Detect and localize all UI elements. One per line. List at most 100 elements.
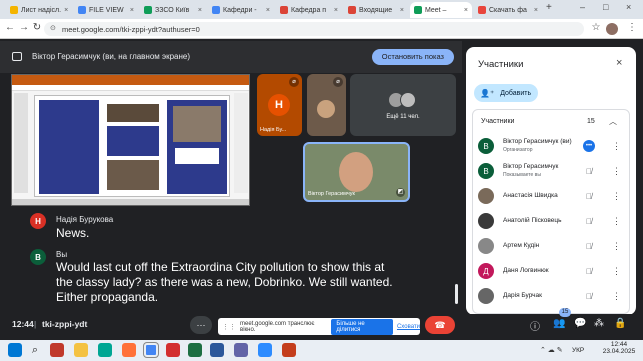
browser-tab[interactable]: Кафедра п × xyxy=(276,2,342,18)
more-options-icon[interactable]: ⋮ xyxy=(612,241,621,252)
site-info-icon[interactable]: ⊙ xyxy=(50,24,56,32)
participant-tile[interactable]: ⌀ xyxy=(307,74,346,136)
drag-handle-icon[interactable]: ⋮⋮ xyxy=(222,323,236,331)
mic-off-icon[interactable]: 🎙̸ xyxy=(586,167,592,176)
close-tab-icon[interactable]: × xyxy=(64,7,68,14)
new-tab-icon[interactable]: + xyxy=(546,2,552,13)
mic-off-icon[interactable]: 🎙̸ xyxy=(586,192,592,201)
shared-screen-tile[interactable] xyxy=(11,74,250,206)
meeting-info-icon[interactable]: ⓘ xyxy=(530,318,540,333)
powerpoint-icon[interactable] xyxy=(282,343,296,357)
present-screen-icon xyxy=(12,52,22,61)
presenting-banner: Віктор Герасимчук (ви, на главном экране… xyxy=(0,41,462,73)
forward-icon[interactable]: → xyxy=(18,22,30,33)
browser-menu-icon[interactable]: ⋮ xyxy=(626,22,638,33)
add-people-button[interactable]: 👤⁺ Добавить xyxy=(474,84,538,102)
more-participants-tile[interactable]: Ещё 11 чел. xyxy=(350,74,456,136)
participant-row[interactable]: Анатолій Пісковець 🎙̸ ⋮ xyxy=(478,209,628,233)
mic-off-icon[interactable]: 🎙̸ xyxy=(586,292,592,301)
back-icon[interactable]: ← xyxy=(4,22,16,33)
word-icon[interactable] xyxy=(210,343,224,357)
stop-sharing-button[interactable]: Більше не ділитися xyxy=(331,318,393,335)
chat-icon[interactable]: 💬 xyxy=(574,318,586,329)
slide-panel-left xyxy=(39,100,99,194)
more-options-icon[interactable]: ⋮ xyxy=(612,266,621,277)
language-indicator[interactable]: УКР xyxy=(572,347,584,354)
collapse-chevron-icon[interactable]: ︿ xyxy=(609,116,617,127)
search-icon[interactable]: ⌕ xyxy=(28,343,42,357)
start-icon[interactable] xyxy=(8,343,22,357)
stop-presenting-button[interactable]: Остановить показ xyxy=(371,49,454,65)
participant-row[interactable]: Артем Кудін 🎙̸ ⋮ xyxy=(478,234,628,258)
participant-row[interactable]: В Віктор Герасимчук (ви) Организатор ••• … xyxy=(478,134,628,158)
maximize-icon[interactable]: □ xyxy=(603,2,608,12)
meeting-code: tki-zppi-ydt xyxy=(42,319,88,329)
tray-icons[interactable]: ⌃ ☁ ✎ xyxy=(540,346,563,354)
close-panel-icon[interactable]: × xyxy=(616,57,622,69)
more-options-icon[interactable]: ⋮ xyxy=(612,191,621,202)
browser-tab[interactable]: ЗЗСО Київ × xyxy=(140,2,206,18)
app-icon[interactable] xyxy=(50,343,64,357)
slide-panel-middle xyxy=(103,100,163,194)
close-tab-icon[interactable]: × xyxy=(266,7,270,14)
file-explorer-icon[interactable] xyxy=(74,343,88,357)
edge-icon[interactable] xyxy=(98,343,112,357)
ppt-toolbar xyxy=(12,85,249,91)
share-notice-text: meet.google.com транслює вікно. xyxy=(240,320,315,333)
browser-tab[interactable]: Входящие × xyxy=(344,2,408,18)
participant-row[interactable]: В Віктор Герасимчук Показываете вы 🎙̸ ⋮ xyxy=(478,159,628,183)
profile-avatar[interactable] xyxy=(606,23,618,35)
mic-off-icon[interactable]: 🎙̸ xyxy=(586,217,592,226)
more-options-icon[interactable]: ⋮ xyxy=(612,291,621,302)
scrollbar[interactable] xyxy=(455,284,458,304)
app-icon[interactable] xyxy=(166,343,180,357)
reload-icon[interactable]: ↻ xyxy=(31,22,43,33)
excel-icon[interactable] xyxy=(188,343,202,357)
firefox-icon[interactable] xyxy=(122,343,136,357)
participant-row[interactable]: Дарія Бурчак 🎙̸ ⋮ xyxy=(478,284,628,308)
leave-call-button[interactable]: ☎ xyxy=(425,316,455,334)
close-tab-icon[interactable]: × xyxy=(534,7,538,14)
close-tab-icon[interactable]: × xyxy=(400,7,404,14)
close-tab-icon[interactable]: × xyxy=(198,7,202,14)
url-field[interactable]: ⊙ meet.google.com/tki-zppi-ydt?authuser=… xyxy=(44,22,584,36)
chrome-icon[interactable] xyxy=(144,343,158,357)
close-tab-icon[interactable]: × xyxy=(464,7,468,14)
close-tab-icon[interactable]: × xyxy=(130,7,134,14)
participant-row[interactable]: Анастасія Швидка 🎙̸ ⋮ xyxy=(478,184,628,208)
avatar xyxy=(478,188,494,204)
more-options-icon[interactable]: ⋮ xyxy=(612,166,621,177)
activities-icon[interactable]: ⁂ xyxy=(594,318,604,329)
host-controls-icon[interactable]: 🔒 xyxy=(614,318,626,329)
mic-off-icon: ⌀ xyxy=(289,77,299,87)
close-tab-icon[interactable]: × xyxy=(334,7,338,14)
screen-share-notification: ⋮⋮ meet.google.com транслює вікно. Більш… xyxy=(218,318,420,335)
hide-notification-link[interactable]: Сховати xyxy=(397,324,420,330)
more-controls-icon[interactable]: ⋯ xyxy=(190,316,212,334)
system-clock[interactable]: 12:44 23.04.2025 xyxy=(600,341,638,355)
more-options-icon[interactable]: ⋮ xyxy=(612,141,621,152)
participant-count: 15 xyxy=(587,118,595,125)
pip-icon[interactable]: ◩ xyxy=(396,188,405,197)
more-options-icon[interactable]: ⋮ xyxy=(612,216,621,227)
participant-photo xyxy=(317,100,335,118)
self-video-tile[interactable]: Віктор Герасимчук ◩ xyxy=(303,142,410,202)
slide-logo xyxy=(175,148,219,164)
browser-tab[interactable]: Лист надісл. × xyxy=(6,2,72,18)
zoom-icon[interactable] xyxy=(258,343,272,357)
participant-tile[interactable]: ⌀ Н Надія Бу... xyxy=(257,74,302,136)
app-icon[interactable] xyxy=(234,343,248,357)
browser-tab-bar: Лист надісл. × FILE VIEW × ЗЗСО Київ × Кафе… xyxy=(0,0,643,19)
mic-off-icon[interactable]: 🎙̸ xyxy=(586,242,592,251)
browser-tab[interactable]: Скачать фа × xyxy=(474,2,542,18)
mic-off-icon[interactable]: 🎙̸ xyxy=(586,267,592,276)
minimize-icon[interactable]: – xyxy=(580,2,585,12)
browser-tab[interactable]: FILE VIEW × xyxy=(74,2,138,18)
bookmark-star-icon[interactable]: ☆ xyxy=(590,22,602,33)
close-window-icon[interactable]: × xyxy=(626,2,631,12)
browser-tab-active[interactable]: Meet – × xyxy=(410,2,472,18)
people-icon[interactable]: 👥 xyxy=(553,318,565,329)
section-label: Участники xyxy=(481,118,515,125)
participant-row[interactable]: Д Даня Логвинюк 🎙̸ ⋮ xyxy=(478,259,628,283)
browser-tab[interactable]: Кафедри - × xyxy=(208,2,274,18)
